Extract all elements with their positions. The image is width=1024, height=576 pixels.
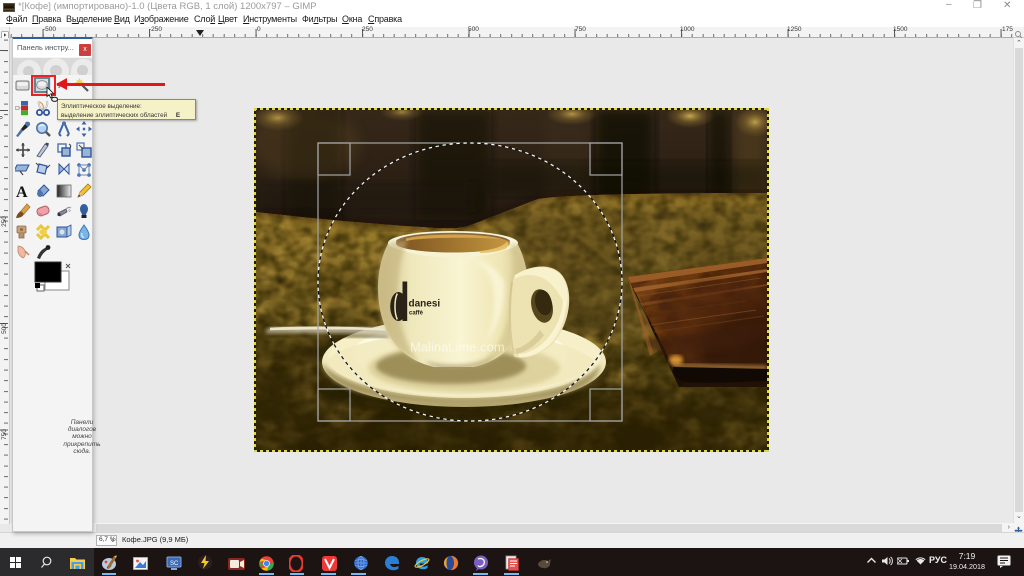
svg-text:SC: SC xyxy=(170,561,179,567)
svg-text:A: A xyxy=(16,184,28,199)
